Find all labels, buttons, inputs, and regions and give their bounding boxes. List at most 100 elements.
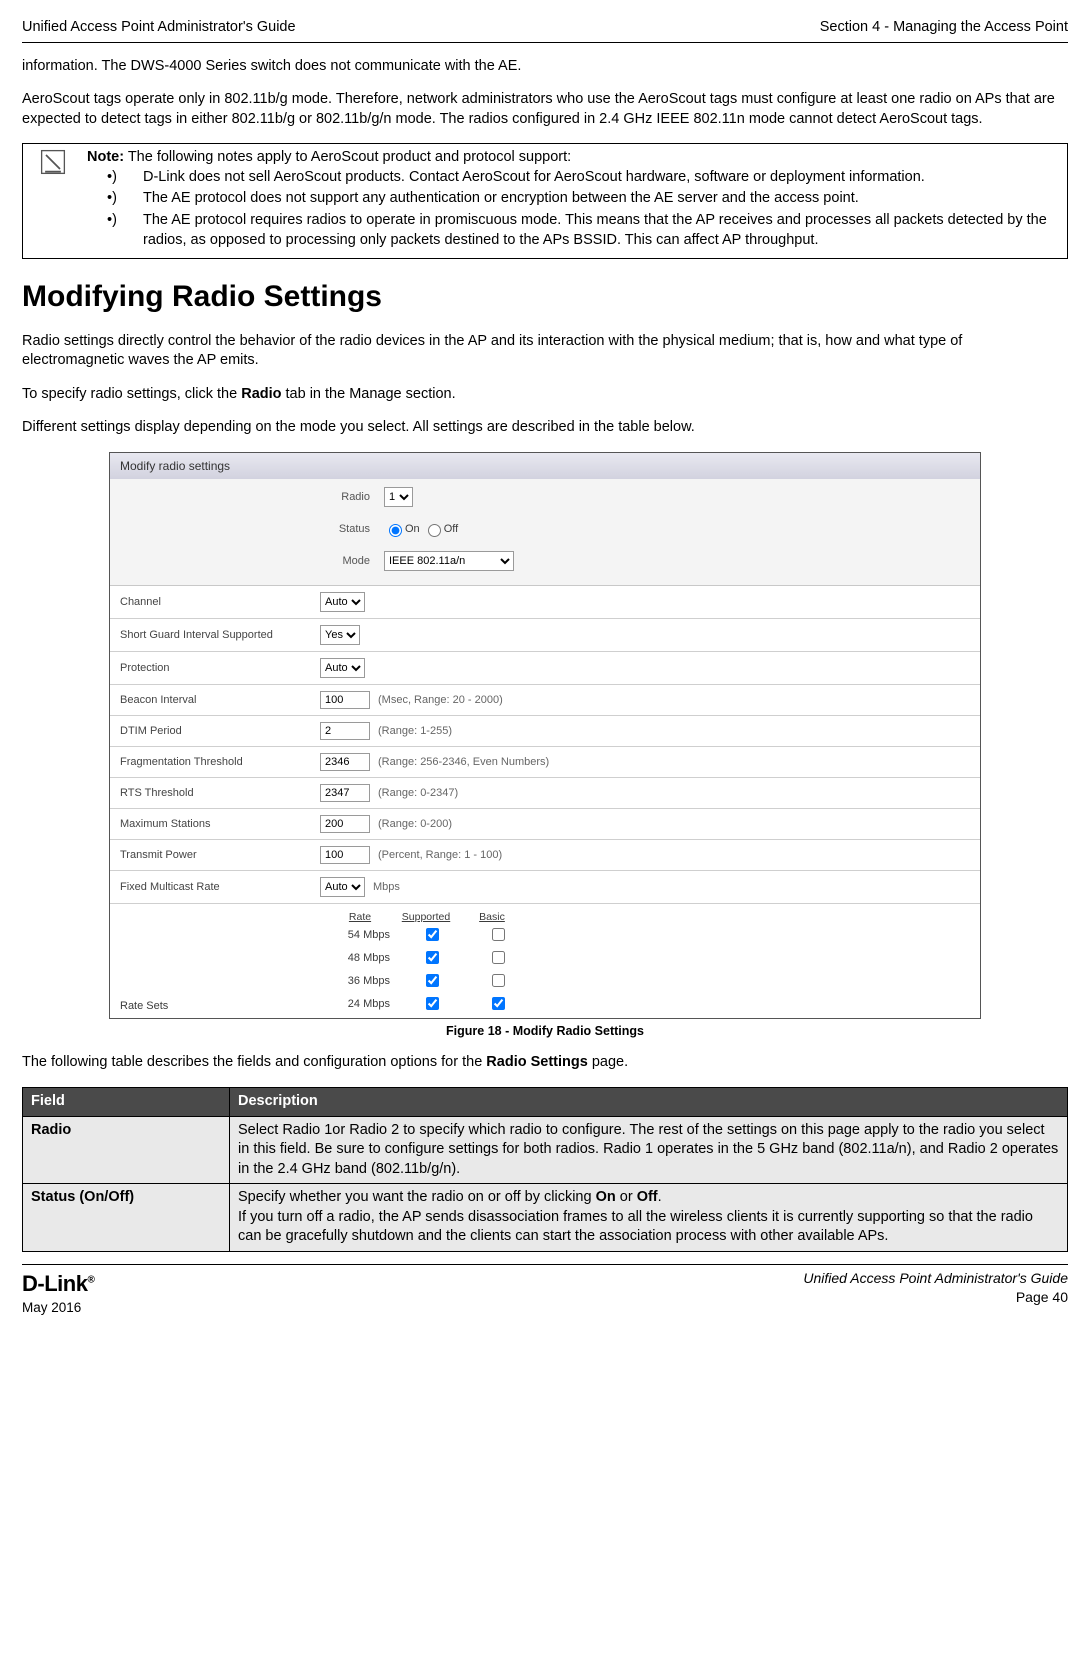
rate-54-supported[interactable] [426,928,439,941]
radio-label: Radio [120,490,384,505]
status-desc-off: Off [637,1189,658,1205]
max-range: (Range: 0-200) [378,817,452,832]
dlink-logo: D-Link® [22,1269,94,1299]
status-label: Status [120,522,384,537]
rate-24-label: 24 Mbps [330,997,396,1012]
table-intro-a: The following table describes the fields… [22,1054,486,1070]
radio-select[interactable]: 1 [384,487,413,507]
dtim-range: (Range: 1-255) [378,724,452,739]
channel-select[interactable]: Auto [320,592,365,612]
cell-status-desc: Specify whether you want the radio on or… [230,1184,1068,1252]
rate-48-basic[interactable] [492,951,505,964]
body-p2: To specify radio settings, click the Rad… [22,385,1068,405]
cell-status-field: Status (On/Off) [23,1184,230,1252]
rate-sets-label: Rate Sets [120,999,168,1014]
table-row-status: Status (On/Off) Specify whether you want… [23,1184,1068,1252]
rate-36-supported[interactable] [426,974,439,987]
note-bullet-1: D-Link does not sell AeroScout products.… [107,168,1059,188]
page-footer: D-Link® May 2016 Unified Access Point Ad… [22,1264,1068,1317]
intro-p2: AeroScout tags operate only in 802.11b/g… [22,90,1068,129]
fmc-label: Fixed Multicast Rate [120,880,320,895]
beacon-input[interactable] [320,691,370,709]
body-p3: Different settings display depending on … [22,418,1068,438]
rate-row-36: 36 Mbps [330,970,970,993]
rate-36-basic[interactable] [492,974,505,987]
note-box: Note: The following notes apply to AeroS… [22,143,1068,259]
status-desc-or: or [616,1189,637,1205]
body-p2a: To specify radio settings, click the [22,386,241,402]
rate-24-supported[interactable] [426,997,439,1010]
protection-select[interactable]: Auto [320,658,365,678]
beacon-range: (Msec, Range: 20 - 2000) [378,693,503,708]
rate-36-label: 36 Mbps [330,974,396,989]
sgi-select[interactable]: Yes [320,625,360,645]
section-title: Modifying Radio Settings [22,277,1068,318]
protection-label: Protection [120,661,320,676]
rate-48-supported[interactable] [426,951,439,964]
note-lead: The following notes apply to AeroScout p… [124,149,571,165]
note-icon [23,144,83,183]
rts-input[interactable] [320,784,370,802]
note-bullet-3: The AE protocol requires radios to opera… [107,211,1059,250]
header-right: Section 4 - Managing the Access Point [820,18,1068,38]
rate-row-24: 24 Mbps [330,993,970,1016]
status-desc-b: If you turn off a radio, the AP sends di… [238,1209,1033,1245]
max-input[interactable] [320,815,370,833]
frag-label: Fragmentation Threshold [120,755,320,770]
header-left: Unified Access Point Administrator's Gui… [22,18,296,38]
frag-input[interactable] [320,753,370,771]
cell-radio-field: Radio [23,1116,230,1184]
rate-table-header: Rate Supported Basic [330,910,970,924]
status-on-text: On [405,522,420,537]
status-on-radio[interactable] [389,524,402,537]
rate-24-basic[interactable] [492,997,505,1010]
mode-label: Mode [120,554,384,569]
status-off-text: Off [444,522,458,537]
rate-54-label: 54 Mbps [330,928,396,943]
table-row-radio: Radio Select Radio 1or Radio 2 to specif… [23,1116,1068,1184]
max-label: Maximum Stations [120,817,320,832]
intro-p1: information. The DWS-4000 Series switch … [22,57,1068,77]
body-p1: Radio settings directly control the beha… [22,332,1068,371]
rate-head-rate: Rate [330,910,390,924]
tx-input[interactable] [320,846,370,864]
status-off-radio[interactable] [428,524,441,537]
table-intro: The following table describes the fields… [22,1053,1068,1073]
status-desc-a: Specify whether you want the radio on or… [238,1189,596,1205]
note-title-line: Note: The following notes apply to AeroS… [87,148,1059,168]
mode-select[interactable]: IEEE 802.11a/n [384,551,514,571]
body-p2c: tab in the Manage section. [282,386,456,402]
rate-head-basic: Basic [462,910,522,924]
dtim-input[interactable] [320,722,370,740]
fmc-select[interactable]: Auto [320,877,365,897]
rate-row-48: 48 Mbps [330,947,970,970]
sgi-label: Short Guard Interval Supported [120,628,320,643]
page-header: Unified Access Point Administrator's Gui… [22,18,1068,43]
body-p2b: Radio [241,386,281,402]
rate-row-54: 54 Mbps [330,924,970,947]
table-intro-b: Radio Settings [486,1054,588,1070]
th-field: Field [23,1087,230,1116]
tx-label: Transmit Power [120,848,320,863]
footer-guide-name: Unified Access Point Administrator's Gui… [803,1269,1068,1288]
channel-label: Channel [120,595,320,610]
description-table: Field Description Radio Select Radio 1or… [22,1087,1068,1252]
beacon-label: Beacon Interval [120,693,320,708]
th-description: Description [230,1087,1068,1116]
rate-54-basic[interactable] [492,928,505,941]
rts-label: RTS Threshold [120,786,320,801]
note-title: Note: [87,149,124,165]
status-desc-on: On [596,1189,616,1205]
figure-caption: Figure 18 - Modify Radio Settings [22,1023,1068,1040]
rts-range: (Range: 0-2347) [378,786,458,801]
rate-48-label: 48 Mbps [330,951,396,966]
tx-range: (Percent, Range: 1 - 100) [378,848,502,863]
footer-date: May 2016 [22,1299,94,1317]
frag-range: (Range: 256-2346, Even Numbers) [378,755,549,770]
dtim-label: DTIM Period [120,724,320,739]
cell-radio-desc: Select Radio 1or Radio 2 to specify whic… [230,1116,1068,1184]
rate-head-supported: Supported [396,910,456,924]
footer-page-number: Page 40 [803,1288,1068,1307]
note-bullet-2: The AE protocol does not support any aut… [107,189,1059,209]
panel-title: Modify radio settings [110,453,980,479]
